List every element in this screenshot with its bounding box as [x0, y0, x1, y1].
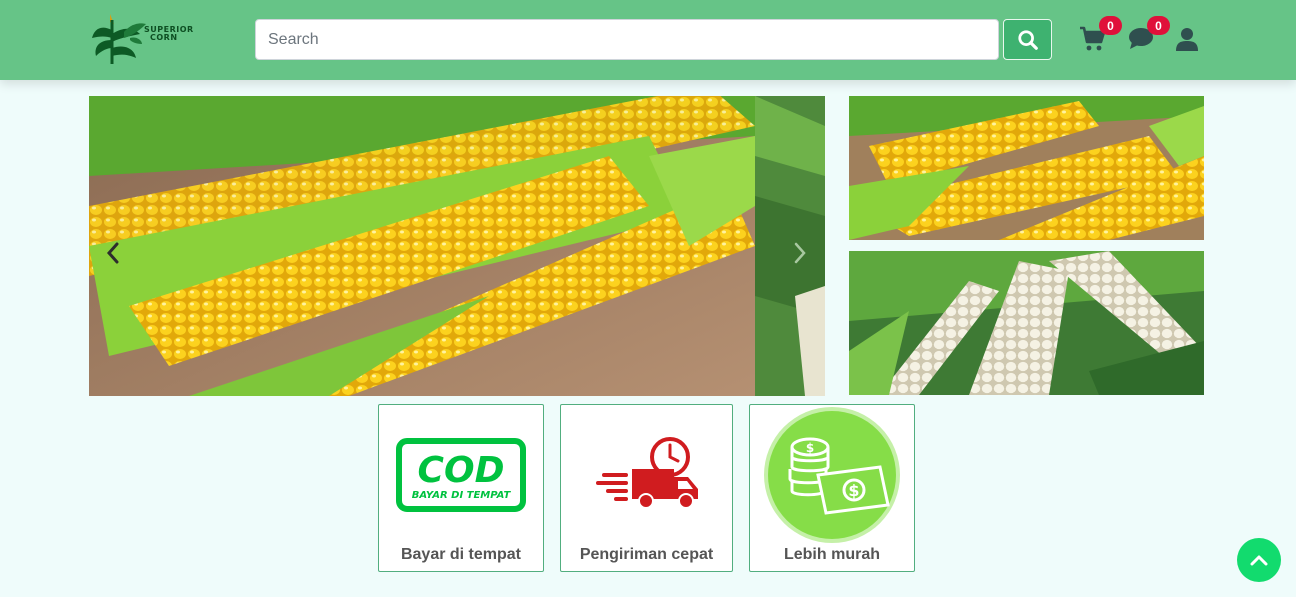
search-icon: [1017, 29, 1038, 50]
carousel-next-button[interactable]: [785, 238, 815, 268]
brand-name: SUPERIOR CORN: [144, 26, 194, 42]
scroll-to-top-button[interactable]: [1237, 538, 1281, 582]
fast-delivery-icon: [595, 437, 698, 509]
cod-icon: COD BAYAR DI TEMPAT: [396, 438, 526, 512]
feature-icon-container: COD BAYAR DI TEMPAT: [379, 405, 543, 545]
search-button[interactable]: [1003, 19, 1052, 60]
user-icon: [1176, 28, 1198, 51]
chevron-left-icon: [106, 242, 119, 264]
chat-count-badge: 0: [1147, 16, 1170, 35]
cart-button[interactable]: 0: [1078, 16, 1122, 54]
white-corn-image: [849, 251, 1204, 395]
yellow-corn-image: [849, 96, 1204, 240]
svg-text:$: $: [806, 441, 814, 455]
feature-card-cod[interactable]: COD BAYAR DI TEMPAT Bayar di tempat: [378, 404, 544, 572]
corn-plant-logo-icon: [92, 14, 146, 64]
user-button[interactable]: [1172, 24, 1202, 54]
feature-label-cod: Bayar di tempat: [400, 546, 522, 563]
side-banner-yellow-corn[interactable]: [849, 96, 1204, 240]
feature-label-delivery: Pengiriman cepat: [579, 546, 714, 563]
brand-name-line2: CORN: [150, 33, 178, 42]
feature-label-cheaper: Lebih murah: [783, 546, 880, 563]
svg-text:$: $: [848, 481, 859, 500]
money-icon: $ $: [764, 407, 900, 543]
chat-button[interactable]: 0: [1126, 16, 1170, 54]
cod-badge-text: COD: [418, 450, 505, 491]
feature-icon-container: $ $: [750, 405, 914, 545]
search-input[interactable]: [255, 19, 999, 60]
feature-card-cheaper[interactable]: $ $ Lebih murah: [749, 404, 915, 572]
brand-logo[interactable]: SUPERIOR CORN: [90, 10, 210, 68]
chevron-up-icon: [1250, 555, 1268, 566]
feature-icon-container: [561, 405, 732, 545]
navbar: SUPERIOR CORN 0 0: [0, 0, 1296, 80]
cart-count-badge: 0: [1099, 16, 1122, 35]
cod-badge-subtext: BAYAR DI TEMPAT: [412, 490, 512, 501]
hero-carousel[interactable]: [89, 96, 825, 396]
carousel-prev-button[interactable]: [98, 238, 128, 268]
side-banner-white-corn[interactable]: [849, 251, 1204, 395]
chevron-right-icon: [794, 242, 806, 264]
feature-card-delivery[interactable]: Pengiriman cepat: [560, 404, 733, 572]
corn-slide-image: [89, 96, 755, 396]
